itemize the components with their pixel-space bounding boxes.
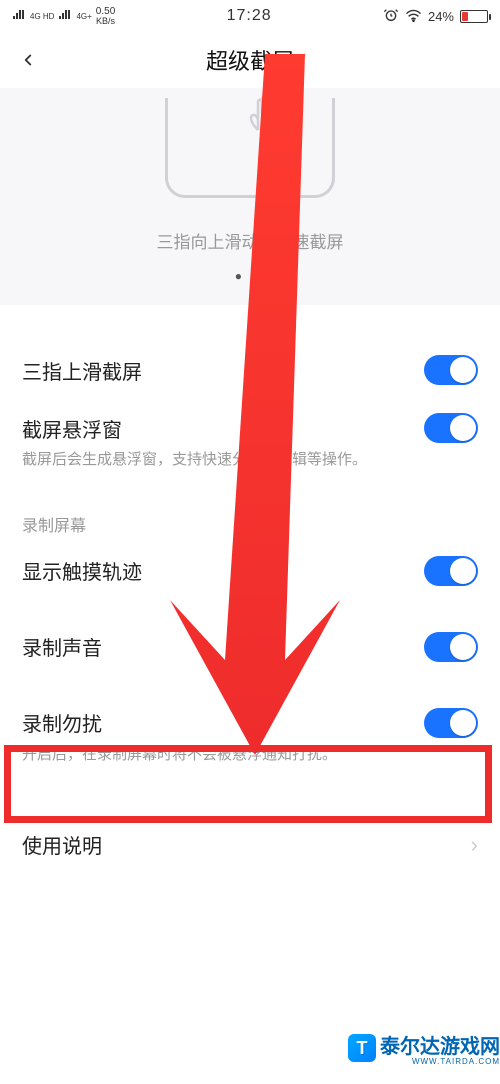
phone-outline-illustration [165,98,335,198]
wifi-icon [405,8,422,25]
setting-label: 显示触摸轨迹 [22,556,142,585]
gesture-demo: 三指向上滑动可快速截屏 ●● [0,88,500,305]
page-indicator[interactable]: ●● [0,269,500,283]
section-header-record: 录制屏幕 [0,486,500,542]
alarm-icon [383,7,399,26]
signal-bars-icon-1 [12,9,26,24]
watermark-badge: T [348,1034,376,1062]
toggle-do-not-disturb[interactable] [424,708,478,738]
setting-do-not-disturb[interactable]: 录制勿扰 开启后，在录制屏幕时将不会被悬浮通知打扰。 [0,694,500,781]
toggle-show-touches[interactable] [424,556,478,586]
network-label-2: 4G+ [76,12,91,21]
toggle-three-finger-swipe[interactable] [424,355,478,385]
fingers-illustration [244,90,294,139]
setting-label: 录制声音 [22,632,102,661]
setting-label: 使用说明 [22,830,102,859]
chevron-left-icon [19,51,37,69]
watermark-text: 泰尔达游戏网 [380,1030,500,1059]
net-speed-indicator: 0.50 KB/s [96,7,115,26]
setting-label: 录制勿扰 [22,708,102,737]
setting-three-finger-swipe[interactable]: 三指上滑截屏 [0,341,500,399]
signal-bars-icon-2 [58,9,72,24]
settings-list: 三指上滑截屏 截屏悬浮窗 截屏后会生成悬浮窗，支持快速分享、编辑等操作。 录制屏… [0,305,500,873]
setting-usage-instructions[interactable]: 使用说明 › [0,816,500,873]
battery-icon [460,10,488,23]
setting-description: 截屏后会生成悬浮窗，支持快速分享、编辑等操作。 [22,449,478,472]
battery-percent: 24% [428,9,454,24]
setting-show-touches[interactable]: 显示触摸轨迹 [0,542,500,600]
toggle-floating-window[interactable] [424,413,478,443]
nav-header: 超级截屏 [0,32,500,88]
setting-record-audio[interactable]: 录制声音 [0,618,500,676]
setting-floating-window[interactable]: 截屏悬浮窗 截屏后会生成悬浮窗，支持快速分享、编辑等操作。 [0,399,500,486]
watermark: T 泰尔达游戏网 WWW.TAIRDA.COM [348,1030,500,1066]
status-bar: 4G HD 4G+ 0.50 KB/s 17:28 24% [0,0,500,32]
network-label-1: 4G HD [30,12,54,21]
chevron-right-icon: › [471,832,478,858]
page-title: 超级截屏 [206,44,294,76]
clock-time: 17:28 [227,7,272,25]
setting-description: 开启后，在录制屏幕时将不会被悬浮通知打扰。 [22,744,478,767]
toggle-record-audio[interactable] [424,632,478,662]
back-button[interactable] [14,46,42,74]
setting-label: 截屏悬浮窗 [22,414,122,443]
demo-caption: 三指向上滑动可快速截屏 [0,228,500,253]
setting-label: 三指上滑截屏 [22,356,142,385]
